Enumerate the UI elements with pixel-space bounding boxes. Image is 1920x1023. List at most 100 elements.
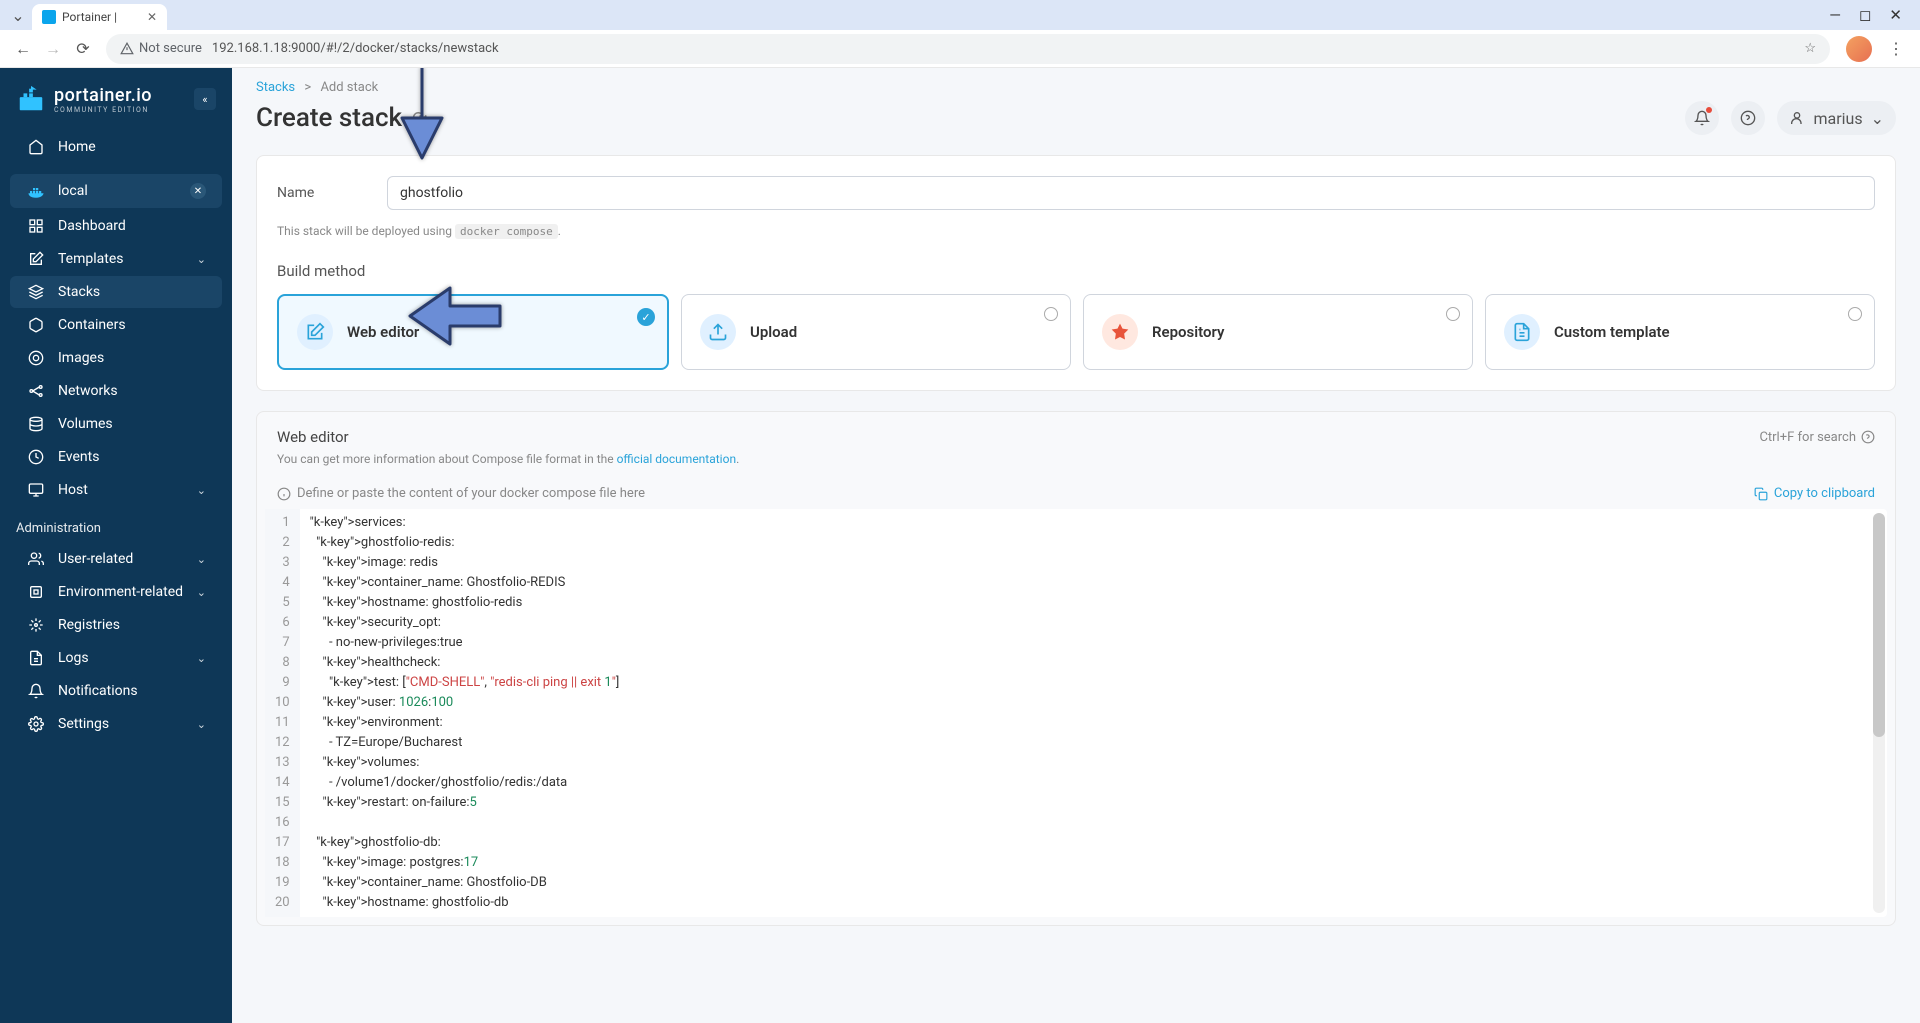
admin-section-label: Administration (0, 507, 232, 542)
nav-host[interactable]: Host⌄ (10, 474, 222, 506)
help-button[interactable] (1731, 101, 1765, 135)
logo: portainer.io COMMUNITY EDITION « (0, 76, 232, 130)
browser-tab[interactable]: Portainer | ✕ (32, 4, 167, 30)
deploy-note: This stack will be deployed using docker… (277, 224, 1875, 238)
help-icon[interactable] (1861, 430, 1875, 444)
help-icon (1740, 110, 1756, 126)
nav-settings[interactable]: Settings⌄ (10, 708, 222, 740)
editor-scrollbar-thumb[interactable] (1873, 513, 1885, 737)
nav-environment-related[interactable]: Environment-related⌄ (10, 576, 222, 608)
containers-icon (26, 317, 46, 333)
maximize-icon[interactable]: ◻ (1859, 6, 1871, 24)
stacks-icon (26, 284, 46, 300)
web-icon (297, 314, 333, 350)
reload-button[interactable]: ⟳ (68, 39, 98, 58)
templates-icon (26, 251, 46, 267)
forward-button[interactable]: → (38, 39, 68, 59)
chevron-down-icon: ⌄ (197, 553, 206, 566)
browser-menu-icon[interactable]: ⋮ (1880, 39, 1912, 58)
docs-link[interactable]: official documentation (617, 452, 737, 466)
nav-environment[interactable]: local ✕ (10, 174, 222, 208)
bell-icon (1694, 110, 1710, 126)
back-button[interactable]: ← (8, 39, 38, 59)
build-method-label: Build method (277, 262, 1875, 280)
events-icon (26, 449, 46, 465)
minimize-icon[interactable]: — (1829, 6, 1841, 24)
tab-close-icon[interactable]: ✕ (147, 10, 157, 24)
radio-indicator (1044, 307, 1058, 321)
browser-toolbar: ← → ⟳ Not secure 192.168.1.18:9000/#!/2/… (0, 30, 1920, 68)
window-controls: — ◻ ✕ (1829, 6, 1912, 24)
notifications-button[interactable] (1685, 101, 1719, 135)
build-method-repo[interactable]: Repository (1083, 294, 1473, 370)
volumes-icon (26, 416, 46, 432)
profile-avatar[interactable] (1846, 36, 1872, 62)
nav-home[interactable]: Home (10, 131, 222, 163)
chevron-down-icon: ⌄ (197, 718, 206, 731)
code-editor[interactable]: 1234567891011121314151617181920 "k-key">… (265, 509, 1887, 917)
sidebar-collapse-button[interactable]: « (194, 88, 216, 110)
images-icon (26, 350, 46, 366)
nav-templates[interactable]: Templates⌄ (10, 243, 222, 275)
security-badge[interactable]: Not secure (120, 41, 202, 56)
host-icon (26, 482, 46, 498)
build-method-custom[interactable]: Custom template (1485, 294, 1875, 370)
sidebar: portainer.io COMMUNITY EDITION « Home lo… (0, 68, 232, 1023)
breadcrumb-current: Add stack (320, 80, 378, 95)
url-text: 192.168.1.18:9000/#!/2/docker/stacks/new… (212, 41, 499, 56)
settings-icon (26, 716, 46, 732)
breadcrumb-root[interactable]: Stacks (256, 80, 295, 95)
radio-indicator: ✓ (637, 308, 655, 326)
registries-icon (26, 617, 46, 633)
web-editor-card: Web editor Ctrl+F for search You can get… (256, 411, 1896, 926)
brand-name: portainer.io (54, 85, 152, 106)
user-icon (1789, 110, 1805, 126)
close-window-icon[interactable]: ✕ (1889, 6, 1902, 24)
nav-notifications[interactable]: Notifications (10, 675, 222, 707)
copy-icon (1754, 487, 1768, 501)
tab-title: Portainer | (62, 10, 117, 24)
tabs-dropdown-icon[interactable]: ⌄ (8, 6, 28, 25)
bookmark-icon[interactable]: ☆ (1804, 41, 1816, 56)
user-menu[interactable]: marius ⌄ (1777, 101, 1896, 135)
chevron-down-icon: ⌄ (197, 253, 206, 266)
editor-placeholder-hint: Define or paste the content of your dock… (277, 486, 645, 501)
warning-icon (120, 42, 134, 56)
address-bar[interactable]: Not secure 192.168.1.18:9000/#!/2/docker… (106, 34, 1830, 64)
upload-icon (700, 314, 736, 350)
browser-tab-strip: ⌄ Portainer | ✕ — ◻ ✕ (0, 0, 1920, 30)
brand-edition: COMMUNITY EDITION (54, 106, 152, 114)
portainer-logo-icon (16, 84, 46, 114)
logs-icon (26, 650, 46, 666)
nav-stacks[interactable]: Stacks (10, 276, 222, 308)
nav-dashboard[interactable]: Dashboard (10, 210, 222, 242)
copy-to-clipboard-button[interactable]: Copy to clipboard (1754, 486, 1875, 501)
users-icon (26, 551, 46, 567)
nav-images[interactable]: Images (10, 342, 222, 374)
nav-user-related[interactable]: User-related⌄ (10, 543, 222, 575)
editor-title: Web editor (277, 428, 349, 446)
nav-containers[interactable]: Containers (10, 309, 222, 341)
custom-icon (1504, 314, 1540, 350)
docker-icon (26, 182, 46, 200)
chevron-down-icon: ⌄ (197, 586, 206, 599)
nav-registries[interactable]: Registries (10, 609, 222, 641)
annotation-arrow-left (400, 276, 510, 360)
nav-volumes[interactable]: Volumes (10, 408, 222, 440)
annotation-arrow-top (382, 68, 462, 172)
nav-logs[interactable]: Logs⌄ (10, 642, 222, 674)
radio-indicator (1848, 307, 1862, 321)
env-icon (26, 584, 46, 600)
chevron-down-icon: ⌄ (197, 484, 206, 497)
repo-icon (1102, 314, 1138, 350)
networks-icon (26, 383, 46, 399)
nav-networks[interactable]: Networks (10, 375, 222, 407)
nav-events[interactable]: Events (10, 441, 222, 473)
env-close-icon[interactable]: ✕ (190, 183, 206, 199)
radio-indicator (1446, 307, 1460, 321)
build-method-upload[interactable]: Upload (681, 294, 1071, 370)
stack-name-input[interactable] (387, 176, 1875, 210)
page-header: Create stack ⟳ marius ⌄ (232, 95, 1920, 155)
name-label: Name (277, 185, 387, 201)
home-icon (26, 139, 46, 155)
